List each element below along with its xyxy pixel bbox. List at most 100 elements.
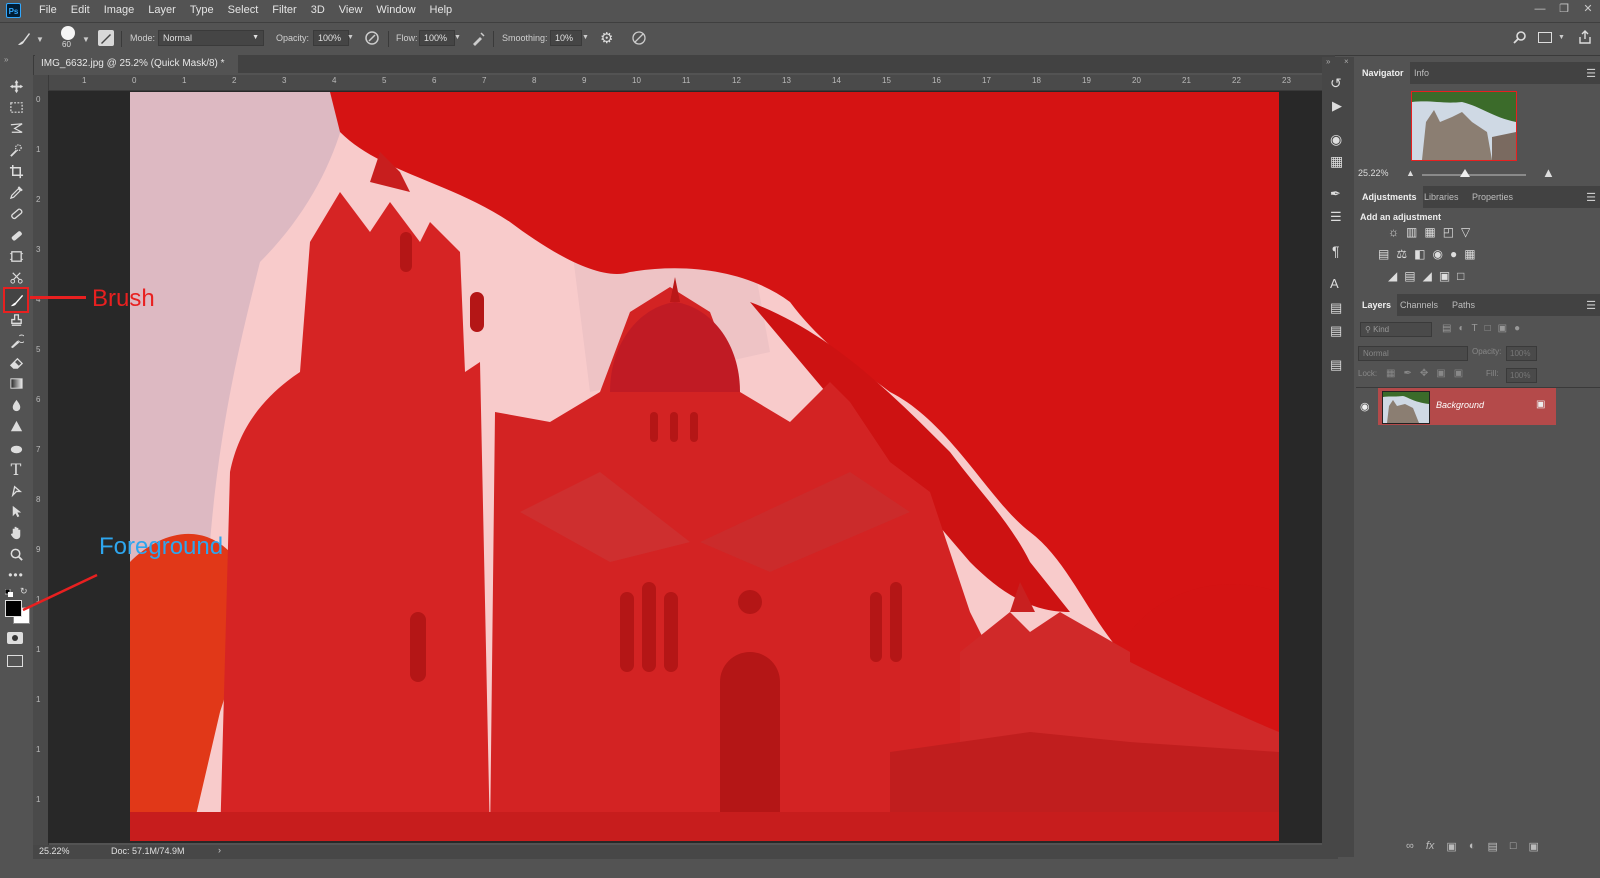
document-tab[interactable]: IMG_6632.jpg @ 25.2% (Quick Mask/8) * × xyxy=(35,55,238,87)
panel-menu-icon[interactable]: ☰ xyxy=(1586,191,1596,204)
collapse-icon[interactable]: » xyxy=(4,55,8,64)
blend-mode-dropdown[interactable]: Normal xyxy=(1358,346,1468,361)
character-panel-icon[interactable]: A xyxy=(1330,276,1339,291)
link-layers-icon[interactable]: ∞ xyxy=(1406,840,1414,853)
airbrush-icon[interactable] xyxy=(471,30,487,49)
mode-dropdown[interactable]: Normal ▼ xyxy=(158,30,264,46)
eye-icon[interactable]: ◉ xyxy=(1360,400,1370,413)
artboard-tool-icon[interactable] xyxy=(5,247,27,265)
timeline-panel-icon[interactable]: ▦ xyxy=(1330,153,1343,170)
brush-preset-icon[interactable] xyxy=(14,29,34,52)
crop-tool-icon[interactable] xyxy=(5,162,27,180)
pixel-filter-icon[interactable]: ▤ xyxy=(1442,323,1451,334)
screen-mode-icon[interactable] xyxy=(7,655,23,667)
minimize-icon[interactable]: — xyxy=(1528,0,1552,20)
3d-panel-icon[interactable]: ◉ xyxy=(1330,131,1342,148)
filter-toggle-icon[interactable]: ● xyxy=(1514,323,1520,334)
close-icon[interactable]: × xyxy=(1344,57,1349,66)
menu-view[interactable]: View xyxy=(332,0,370,21)
lock-transparent-icon[interactable]: ▦ xyxy=(1386,368,1395,379)
zoom-tool-icon[interactable] xyxy=(5,545,27,563)
tab-paths[interactable]: Paths xyxy=(1446,294,1481,316)
quick-mask-canvas-image[interactable] xyxy=(130,92,1279,841)
pressure-opacity-icon[interactable] xyxy=(364,30,380,49)
tab-navigator[interactable]: Navigator xyxy=(1356,62,1410,84)
properties-panel-icon[interactable]: ▤ xyxy=(1330,357,1342,373)
tab-channels[interactable]: Channels xyxy=(1394,294,1444,316)
dodge-tool-icon[interactable] xyxy=(5,417,27,435)
zoom-slider-track[interactable] xyxy=(1422,174,1526,176)
direct-selection-tool-icon[interactable] xyxy=(5,502,27,520)
chevron-down-icon[interactable]: ▼ xyxy=(582,34,589,41)
color-balance-icon[interactable]: ⚖ xyxy=(1396,247,1407,261)
layer-filter-kind[interactable]: ⚲ Kind xyxy=(1360,322,1432,337)
gear-icon[interactable]: ⚙ xyxy=(600,29,613,47)
posterize-icon[interactable]: ▤ xyxy=(1404,269,1415,283)
layer-opacity-field[interactable]: 100% xyxy=(1506,346,1537,361)
chevron-down-icon[interactable]: ▼ xyxy=(82,35,90,44)
lasso-tool-icon[interactable] xyxy=(5,119,27,137)
quick-selection-tool-icon[interactable] xyxy=(5,141,27,159)
type-filter-icon[interactable]: T xyxy=(1472,323,1478,334)
lock-pixels-icon[interactable]: ✒ xyxy=(1403,368,1411,379)
levels-icon[interactable]: ▥ xyxy=(1406,225,1417,239)
glyphs-panel-icon[interactable]: ▤ xyxy=(1330,300,1342,316)
tab-properties[interactable]: Properties xyxy=(1466,186,1519,208)
quick-mask-icon[interactable] xyxy=(7,632,23,644)
black-white-icon[interactable]: ◧ xyxy=(1414,247,1425,261)
share-icon[interactable] xyxy=(1577,29,1593,48)
opacity-field[interactable]: 100% xyxy=(313,30,349,46)
add-mask-icon[interactable]: ▣ xyxy=(1446,840,1456,853)
shape-filter-icon[interactable]: □ xyxy=(1485,323,1491,334)
adjustment-filter-icon[interactable]: ◐ xyxy=(1458,323,1464,334)
healing-brush-tool-icon[interactable] xyxy=(5,204,27,222)
smoothing-field[interactable]: 10% xyxy=(550,30,582,46)
brush-settings-icon[interactable]: ✒ xyxy=(1330,186,1341,202)
zoom-slider-thumb[interactable] xyxy=(1460,169,1470,177)
lock-position-icon[interactable]: ✥ xyxy=(1420,368,1428,379)
chevron-down-icon[interactable]: ▼ xyxy=(347,34,354,41)
scissors-tool-icon[interactable] xyxy=(5,268,27,286)
bandaid-tool-icon[interactable] xyxy=(5,226,27,244)
menu-window[interactable]: Window xyxy=(369,0,422,21)
threshold-icon[interactable]: ◢ xyxy=(1423,269,1432,283)
menu-3d[interactable]: 3D xyxy=(304,0,332,21)
new-adjustment-icon[interactable]: ◐ xyxy=(1469,840,1476,853)
restore-icon[interactable]: ❐ xyxy=(1552,0,1576,20)
gradient-map-icon[interactable]: □ xyxy=(1457,269,1464,283)
collapse-icon[interactable]: » xyxy=(1326,57,1330,66)
selective-color-icon[interactable]: ▣ xyxy=(1439,269,1450,283)
brush-angle-icon[interactable] xyxy=(631,30,647,49)
menu-filter[interactable]: Filter xyxy=(265,0,303,21)
actions-panel-icon[interactable]: ▶ xyxy=(1332,98,1342,114)
notes-panel-icon[interactable]: ▤ xyxy=(1330,323,1342,339)
brushes-panel-icon[interactable]: ☰ xyxy=(1330,209,1342,225)
history-panel-icon[interactable]: ↺ xyxy=(1330,75,1342,92)
tab-layers[interactable]: Layers xyxy=(1356,294,1398,316)
tab-info[interactable]: Info xyxy=(1408,62,1435,84)
default-colors-icon[interactable] xyxy=(4,588,13,597)
hue-saturation-icon[interactable]: ▤ xyxy=(1378,247,1389,261)
menu-type[interactable]: Type xyxy=(183,0,221,21)
hand-tool-icon[interactable] xyxy=(5,523,27,541)
new-group-icon[interactable]: ▤ xyxy=(1487,840,1497,853)
brush-panel-icon[interactable] xyxy=(98,30,114,46)
new-layer-icon[interactable]: □ xyxy=(1510,840,1517,853)
workspace-icon[interactable] xyxy=(1538,32,1552,43)
marquee-tool-icon[interactable] xyxy=(5,98,27,116)
path-selection-tool-icon[interactable] xyxy=(5,481,27,499)
pen-tool-icon[interactable] xyxy=(5,439,27,457)
navigator-zoom[interactable]: 25.22% xyxy=(1358,168,1389,178)
navigator-thumbnail[interactable] xyxy=(1411,91,1517,161)
gradient-tool-icon[interactable] xyxy=(5,374,27,392)
brightness-icon[interactable]: ☼ xyxy=(1388,225,1399,239)
lock-all-icon[interactable]: ▣ xyxy=(1454,368,1463,379)
close-icon[interactable]: ✕ xyxy=(1576,0,1600,20)
history-brush-tool-icon[interactable] xyxy=(5,332,27,350)
type-tool-icon[interactable]: T xyxy=(5,460,27,479)
zoom-out-icon[interactable]: ▲ xyxy=(1406,168,1415,178)
chevron-down-icon[interactable]: ▼ xyxy=(36,35,44,44)
curves-icon[interactable]: ▦ xyxy=(1424,225,1435,239)
photo-filter-icon[interactable]: ◉ xyxy=(1432,247,1442,261)
zoom-in-icon[interactable]: ▲ xyxy=(1542,165,1555,180)
